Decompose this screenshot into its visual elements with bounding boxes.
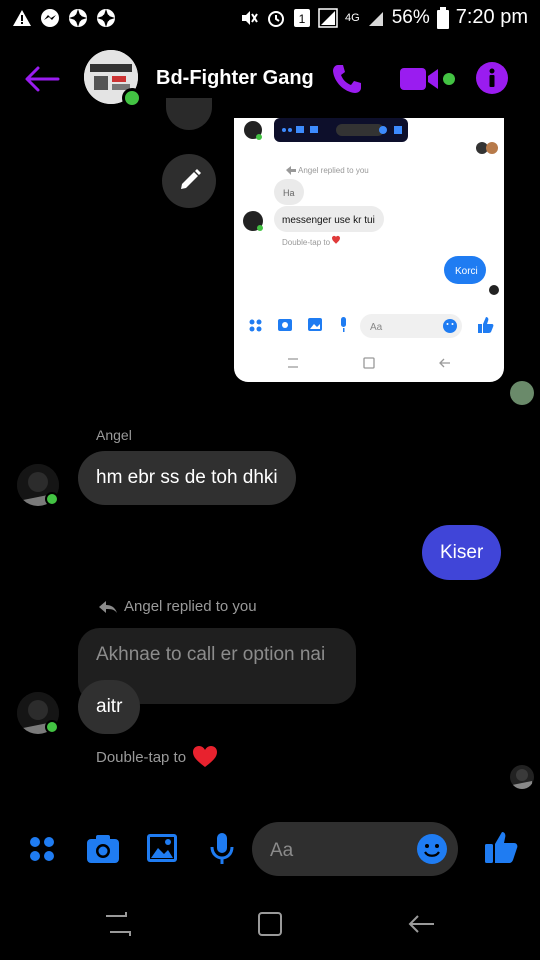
back-arrow-icon[interactable] [22, 62, 62, 96]
gallery-icon[interactable] [146, 833, 178, 863]
network-type: 4G [345, 11, 360, 24]
shared-screenshot[interactable]: Angel replied to you Ha messenger use kr… [234, 118, 504, 382]
seen-avatar-1 [510, 381, 534, 405]
conversation-title[interactable]: Bd-Fighter Gang [156, 67, 314, 90]
system-nav-bar [0, 882, 540, 960]
heart-icon[interactable] [192, 745, 218, 769]
emoji-icon[interactable] [416, 833, 448, 865]
svg-text:1: 1 [299, 12, 306, 26]
apps-grid-icon[interactable] [28, 835, 58, 865]
seen-avatar-2-image [512, 769, 532, 789]
microphone-icon[interactable] [208, 832, 236, 866]
messenger-icon [41, 9, 59, 27]
reply-indicator: Angel replied to you [98, 598, 257, 615]
double-tap-label: Double-tap to [96, 748, 187, 766]
sender-name: Angel [96, 427, 132, 443]
notification-icons [12, 8, 116, 28]
message-bubble-reply[interactable]: aitr [78, 680, 141, 734]
phone-icon[interactable] [330, 62, 364, 96]
clock: 7:20 pm [455, 6, 528, 28]
online-indicator [122, 88, 142, 108]
replied-label: Angel replied to you [124, 598, 257, 615]
preview-own-message: Korci [455, 266, 478, 277]
preview-replied-label: Angel replied to you [298, 166, 369, 175]
camera-icon[interactable] [86, 833, 120, 865]
chat-header: Bd-Fighter Gang [0, 40, 540, 118]
mute-icon [242, 10, 258, 25]
double-tap-hint: Double-tap to [96, 745, 218, 769]
status-right: 1 4G 56% 7:20 pm [239, 6, 528, 29]
app-icon-2 [97, 9, 115, 27]
warning-icon [13, 10, 31, 26]
back-nav-icon[interactable] [406, 910, 436, 938]
battery-icon [436, 6, 449, 29]
reply-arrow-icon [99, 600, 117, 613]
angel-online-indicator-2 [45, 720, 59, 734]
signal-2-icon [368, 11, 383, 26]
video-camera-icon[interactable] [400, 64, 440, 94]
video-active-dot [443, 73, 455, 85]
floating-button-partial[interactable] [166, 98, 212, 130]
angel-online-indicator [45, 492, 59, 506]
recents-icon[interactable] [104, 910, 132, 938]
preview-quote: Ha [283, 188, 295, 198]
message-bubble-outgoing[interactable]: Kiser [422, 525, 502, 580]
signal-icon [318, 7, 338, 28]
sim-icon: 1 [294, 8, 311, 27]
info-icon [489, 68, 495, 87]
battery-percent: 56% [391, 6, 430, 28]
screenshot-content: Angel replied to you Ha messenger use kr… [243, 118, 499, 369]
edit-button[interactable] [162, 154, 216, 208]
message-input-placeholder: Aa [270, 840, 294, 861]
app-icon [69, 9, 87, 27]
info-button[interactable] [476, 62, 508, 94]
thumbs-up-icon[interactable] [483, 829, 519, 865]
pencil-icon [181, 169, 201, 189]
preview-composer-placeholder: Aa [370, 322, 383, 333]
status-bar: 1 4G 56% 7:20 pm [0, 0, 540, 38]
seen-avatar-2 [510, 765, 534, 789]
preview-message: messenger use kr tui [282, 215, 375, 226]
alarm-icon [268, 10, 285, 27]
home-icon[interactable] [256, 910, 284, 938]
message-bubble-incoming[interactable]: hm ebr ss de toh dhki [78, 451, 296, 505]
preview-double-tap: Double-tap to [282, 238, 331, 247]
